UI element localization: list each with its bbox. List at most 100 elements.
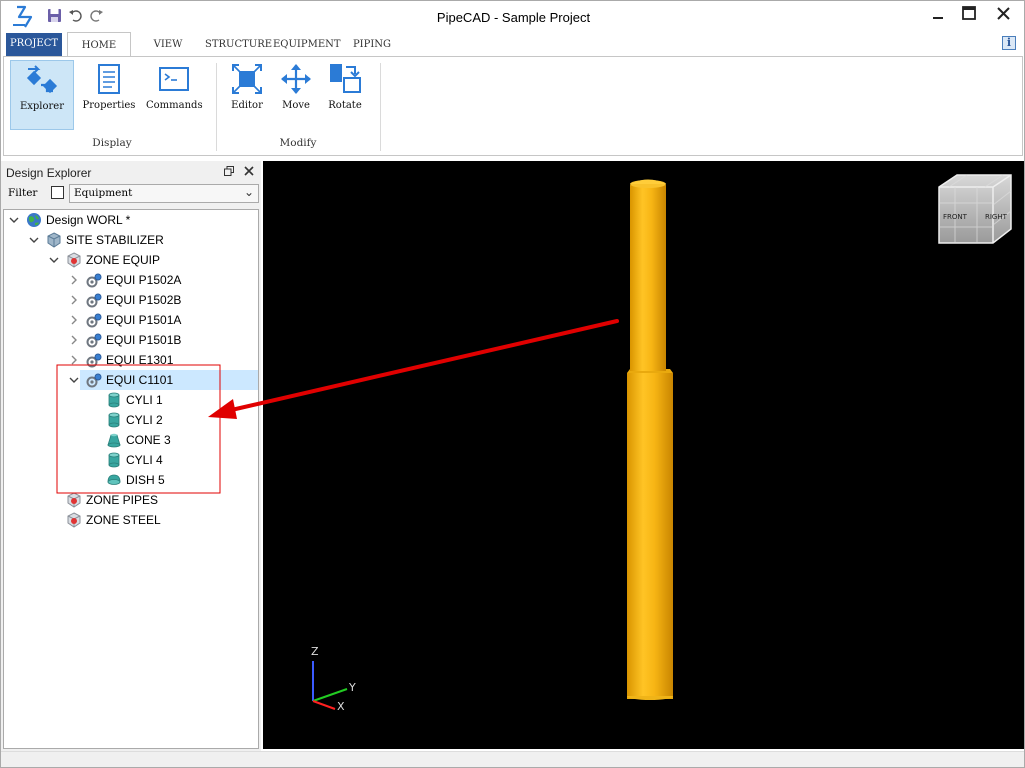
chevron-down-icon[interactable] [8,210,20,228]
editor-button[interactable]: Editor [224,60,270,130]
zone-icon [66,252,82,268]
tab-equipment[interactable]: EQUIPMENT [273,34,341,56]
equipment-icon [86,352,102,368]
explorer-header: Design Explorer [3,163,259,183]
tab-structure[interactable]: STRUCTURE [205,34,272,56]
commands-button[interactable]: Commands [146,60,203,130]
cone-icon [106,432,122,448]
tree-node-label: EQUI P1501B [106,333,182,347]
equipment-icon [86,272,102,288]
view-cube-right-label: RIGHT [985,213,1008,221]
close-button[interactable] [988,5,1018,27]
chevron-right-icon[interactable] [68,270,80,288]
zone-icon [66,492,82,508]
chevron-right-icon[interactable] [68,290,80,308]
viewport-canvas: FRONT RIGHT Z Y X [311,174,1012,713]
site-icon [46,232,62,248]
filter-dropdown[interactable]: Equipment ⌄ [69,184,259,203]
tree-node[interactable]: EQUI P1502A [4,270,258,290]
equipment-icon [86,312,102,328]
equipment-c1101-model[interactable] [627,179,673,701]
tree-node[interactable]: Design WORL * [4,210,258,230]
chevron-right-icon[interactable] [68,330,80,348]
rotate-button-label: Rotate [328,100,362,111]
minimize-button[interactable] [923,5,953,27]
tree-node-label: SITE STABILIZER [66,233,164,247]
view-cube[interactable]: FRONT RIGHT [938,174,1012,244]
equipment-icon [86,292,102,308]
tree-node-label: DISH 5 [126,473,165,487]
tree-node-label: CYLI 2 [126,413,163,427]
filter-label: Filter [8,187,38,199]
filter-dropdown-value: Equipment [74,187,133,199]
tree-node[interactable]: EQUI P1501B [4,330,258,350]
tree-node-label: ZONE EQUIP [86,253,161,267]
cylinder-icon [106,412,122,428]
tab-project[interactable]: PROJECT [6,33,62,56]
pipecad-window: PipeCAD - Sample Project PROJECT HOME VI… [0,0,1025,768]
tree-node-label: EQUI C1101 [106,373,174,387]
rotate-icon [330,64,361,93]
globe-icon [26,212,42,228]
chevron-right-icon[interactable] [68,350,80,368]
tree-node[interactable]: CONE 3 [4,430,258,450]
minimize-icon [933,17,943,19]
chevron-down-icon[interactable] [48,250,60,268]
explorer-title: Design Explorer [6,166,92,180]
tree-node[interactable]: CYLI 1 [4,390,258,410]
cylinder-icon [106,452,122,468]
close-panel-icon[interactable] [241,164,257,180]
view-cube-front-label: FRONT [943,213,968,221]
tab-view[interactable]: VIEW [141,34,195,56]
tree-node[interactable]: ZONE EQUIP [4,250,258,270]
tree-node-label: Design WORL * [46,213,131,227]
equipment-icon [86,372,102,388]
move-button[interactable]: Move [274,60,318,130]
chevron-down-icon[interactable] [68,370,80,388]
chevron-down-icon[interactable] [28,230,40,248]
filter-checkbox[interactable] [51,186,64,199]
tree-node[interactable]: ZONE PIPES [4,490,258,510]
tree-node-label: CYLI 1 [126,393,163,407]
tree-node[interactable]: SITE STABILIZER [4,230,258,250]
ribbon-tab-bar: PROJECT HOME VIEW STRUCTURE EQUIPMENT PI… [1,32,1024,56]
maximize-icon [962,6,976,20]
editor-icon [232,64,262,94]
window-title: PipeCAD - Sample Project [436,10,591,25]
tree-node[interactable]: DISH 5 [4,470,258,490]
properties-button[interactable]: Properties [76,60,142,130]
properties-button-label: Properties [82,100,136,111]
tree-node-label: EQUI P1501A [106,313,182,327]
axes-triad: Z Y X [311,645,356,713]
tree-node[interactable]: EQUI C1101 [69,370,258,390]
equipment-icon [86,332,102,348]
tree-node[interactable]: CYLI 2 [4,410,258,430]
y-axis-label: Y [348,681,356,694]
design-tree: Design WORL * SITE STABILIZER ZONE EQUIP EQ… [3,209,259,749]
chevron-right-icon[interactable] [68,310,80,328]
commands-button-label: Commands [146,100,203,111]
cylinder-icon [106,392,122,408]
tree-node-label: ZONE STEEL [86,513,161,527]
modify-group-label: Modify [279,137,317,149]
3d-viewport[interactable]: FRONT RIGHT Z Y X [263,161,1024,749]
tree-node-label: EQUI E1301 [106,353,174,367]
title-bar: PipeCAD - Sample Project [1,1,1024,32]
float-panel-icon[interactable] [221,164,237,180]
tab-home[interactable]: HOME [67,32,131,56]
display-group-label: Display [92,137,132,149]
tree-node[interactable]: ZONE STEEL [4,510,258,530]
maximize-button[interactable] [954,5,984,27]
filter-row: Filter Equipment ⌄ [3,184,259,204]
info-icon[interactable]: i [1002,36,1016,50]
explorer-button[interactable]: Explorer [10,60,74,130]
tree-node[interactable]: EQUI E1301 [4,350,258,370]
explorer-button-label: Explorer [19,101,65,112]
tree-node[interactable]: EQUI P1502B [4,290,258,310]
move-icon [281,64,311,94]
dish-icon [106,472,122,488]
tree-node[interactable]: CYLI 4 [4,450,258,470]
rotate-button[interactable]: Rotate [322,60,368,130]
tab-piping[interactable]: PIPING [345,34,399,56]
tree-node[interactable]: EQUI P1501A [4,310,258,330]
